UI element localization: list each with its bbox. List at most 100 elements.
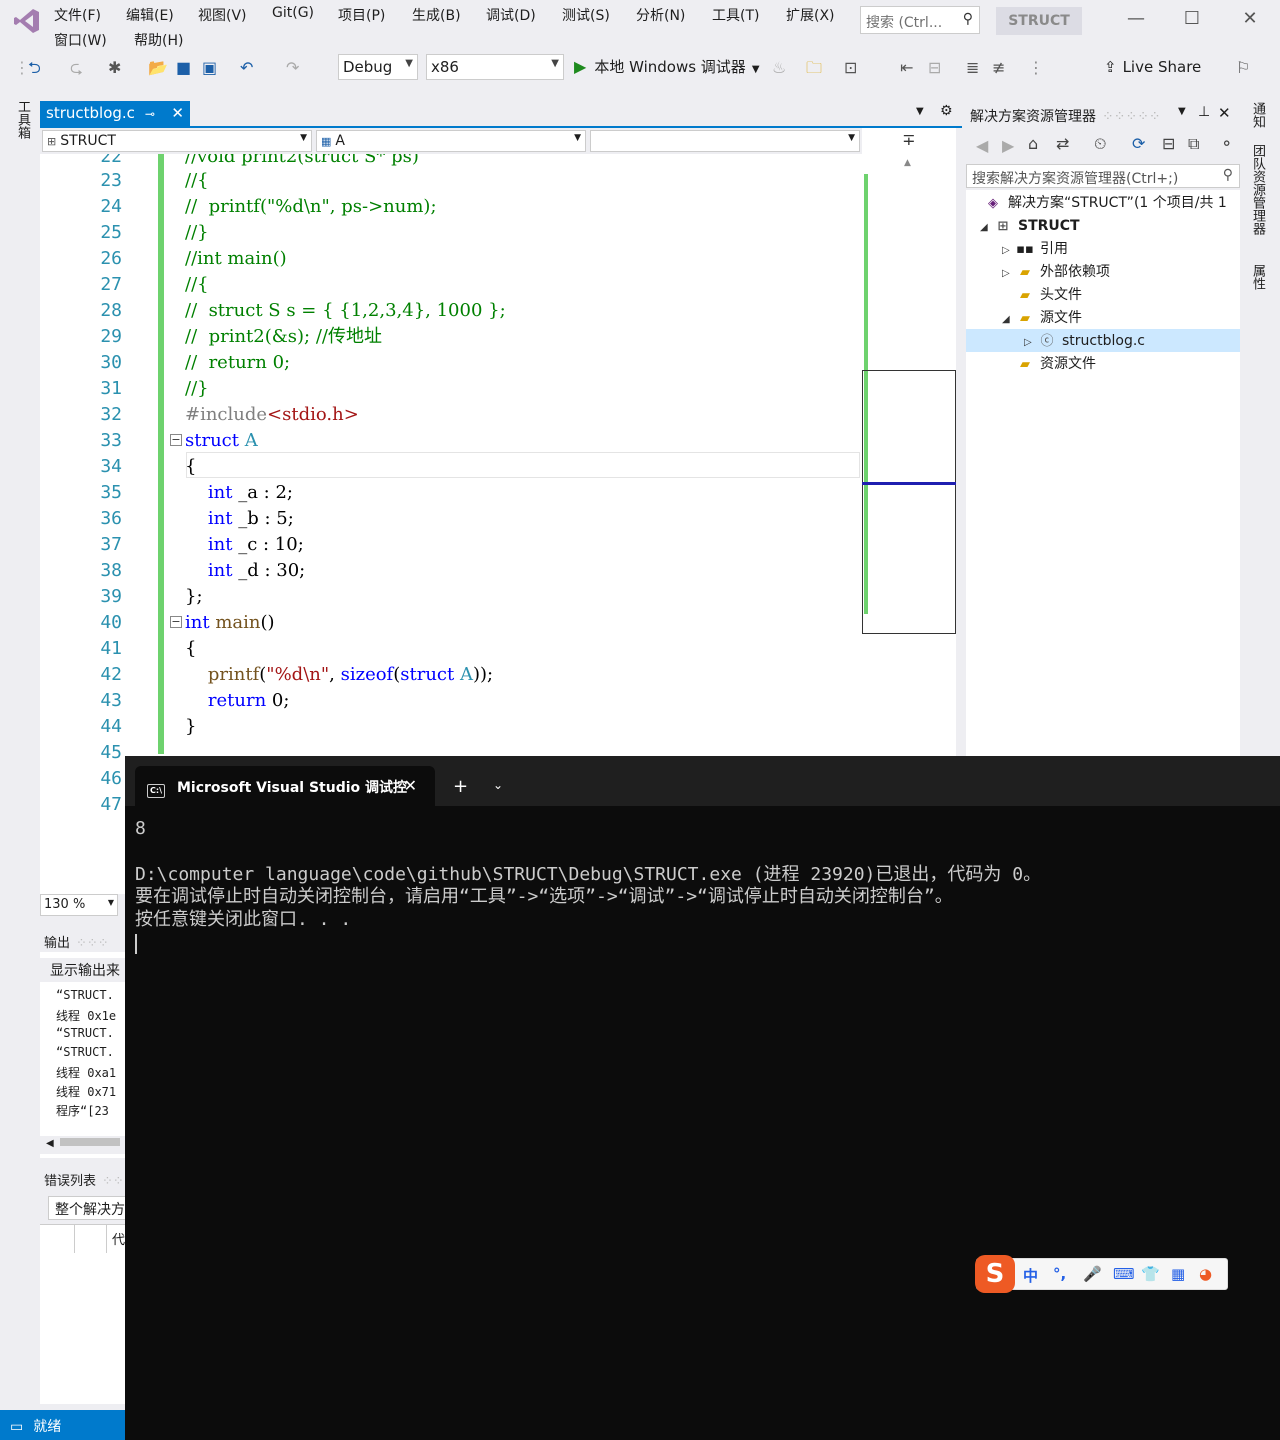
mascot-icon[interactable]: ◕ (1199, 1265, 1212, 1283)
output-horizontal-scrollbar[interactable]: ◀ (40, 1136, 130, 1154)
member-scope-select[interactable]: ▼ (590, 130, 860, 152)
platform-select[interactable]: x86 ▼ (426, 54, 564, 80)
tree-item-references[interactable]: ▷ ▪▪ 引用 (1002, 238, 1068, 261)
tree-project[interactable]: ◢ ⊞ STRUCT (980, 215, 1080, 238)
tree-item-resource-files[interactable]: ▰ 资源文件 (1016, 353, 1096, 376)
hot-reload-icon[interactable]: ♨ (772, 58, 786, 78)
document-tab[interactable]: structblog.c ⊸ ✕ (40, 101, 190, 127)
menu-extensions[interactable]: 扩展(X) (786, 5, 835, 25)
menu-help[interactable]: 帮助(H) (134, 30, 183, 50)
tree-item-source-files[interactable]: ◢ ▰ 源文件 (1002, 307, 1082, 330)
feedback-icon[interactable]: ⚐ (1236, 58, 1250, 78)
pending-changes-icon[interactable]: ⏲ (1094, 134, 1106, 154)
new-tab-icon[interactable]: + (453, 776, 468, 797)
home-icon[interactable]: ⌂ (1028, 134, 1038, 153)
step-icon[interactable]: ⇤ (900, 58, 913, 78)
error-list-grid[interactable] (40, 1224, 130, 1404)
menu-view[interactable]: 视图(V) (198, 5, 247, 25)
close-tab-icon[interactable]: ✕ (171, 104, 184, 122)
forward-icon[interactable]: ⮎ (70, 58, 83, 78)
show-all-files-icon[interactable]: ⧉ (1188, 134, 1199, 154)
bookmark-icon[interactable]: ⊟ (928, 58, 941, 78)
tab-properties[interactable]: 属性 (1250, 264, 1265, 290)
scroll-up-icon[interactable]: ▲ (904, 158, 911, 168)
tab-notifications[interactable]: 通知 (1250, 102, 1265, 128)
menu-edit[interactable]: 编辑(E) (126, 5, 174, 25)
keyboard-icon[interactable]: ⌨ (1113, 1265, 1135, 1283)
maximize-icon[interactable]: ☐ (1172, 8, 1212, 29)
chevron-down-icon[interactable]: ⌄ (493, 778, 503, 792)
start-debugging-button[interactable]: ▶ 本地 Windows 调试器 ▼ (574, 56, 760, 77)
close-tab-icon[interactable]: ✕ (404, 776, 417, 795)
back-icon[interactable]: ⮌ (28, 58, 41, 78)
punctuation-icon[interactable]: °, (1053, 1265, 1066, 1283)
code-minimap[interactable]: ∓ ▲ (862, 128, 956, 756)
sync-icon[interactable]: ⟳ (1132, 134, 1145, 153)
collapsed-arrow-icon[interactable]: ▷ (1024, 331, 1038, 354)
microphone-icon[interactable]: 🎤 (1083, 1265, 1102, 1283)
tree-item-structblog[interactable]: ▷ ⓒ structblog.c (1024, 330, 1145, 353)
menu-debug[interactable]: 调试(D) (486, 5, 536, 25)
close-panel-icon[interactable]: ✕ (1218, 104, 1231, 122)
forward-icon[interactable]: ▶ (1002, 136, 1014, 155)
pin-panel-icon[interactable]: ⊥ (1198, 104, 1210, 120)
undo-icon[interactable]: ↶ (240, 58, 253, 78)
properties-icon[interactable]: ⚬ (1220, 134, 1233, 153)
skin-icon[interactable]: 👕 (1141, 1265, 1160, 1283)
menu-project[interactable]: 项目(P) (338, 5, 385, 25)
expanded-arrow-icon[interactable]: ◢ (980, 216, 994, 239)
error-scope-select[interactable]: 整个解决方 (48, 1196, 130, 1220)
type-scope-select[interactable]: ▦ A ▼ (316, 130, 586, 152)
sogou-logo-icon[interactable]: S (975, 1255, 1015, 1293)
tab-list-dropdown-icon[interactable]: ▼ (916, 106, 924, 117)
back-icon[interactable]: ◀ (976, 136, 988, 155)
settings-gear-icon[interactable]: ⚙ (940, 103, 953, 119)
new-project-icon[interactable]: ✱ (108, 58, 121, 78)
collapse-all-icon[interactable]: ⊟ (1162, 134, 1175, 153)
comment-icon[interactable]: ≣ (966, 58, 979, 78)
menu-analyze[interactable]: 分析(N) (636, 5, 685, 25)
browse-folder-icon[interactable]: 🗀 (806, 58, 822, 78)
panel-menu-icon[interactable]: ▼ (1178, 106, 1186, 117)
save-all-icon[interactable]: ▣ (202, 58, 217, 78)
pin-icon[interactable]: ⊸ (145, 107, 155, 121)
ime-mode[interactable]: 中 (1023, 1265, 1038, 1286)
redo-icon[interactable]: ↷ (286, 58, 299, 78)
toolbox-tab[interactable]: 工具箱 (12, 100, 30, 139)
menu-file[interactable]: 文件(F) (54, 5, 101, 25)
uncomment-icon[interactable]: ≢ (992, 58, 1005, 78)
search-input[interactable]: 搜索 (Ctrl... ⚲ (860, 6, 980, 34)
menu-git[interactable]: Git(G) (272, 5, 314, 21)
tab-team-explorer[interactable]: 团队资源管理器 (1250, 144, 1265, 235)
configuration-select[interactable]: Debug ▼ (338, 54, 418, 80)
console-tab[interactable]: C:\ Microsoft Visual Studio 调试控 ✕ (135, 766, 435, 806)
collapse-struct-icon[interactable]: − (170, 434, 182, 446)
menu-build[interactable]: 生成(B) (412, 5, 461, 25)
tree-item-external-deps[interactable]: ▷ ▰ 外部依赖项 (1002, 261, 1110, 284)
toolbox-grid-icon[interactable]: ▦ (1171, 1265, 1185, 1283)
error-column-code[interactable]: 代 (112, 1229, 125, 1248)
screenshot-icon[interactable]: ⊡ (844, 58, 857, 78)
project-scope-select[interactable]: ⊞ STRUCT ▼ (42, 130, 312, 152)
minimize-icon[interactable]: — (1116, 8, 1156, 29)
debug-console-window[interactable]: C:\ Microsoft Visual Studio 调试控 ✕ + ⌄ 8 D:… (125, 756, 1280, 1440)
menu-window[interactable]: 窗口(W) (54, 30, 107, 50)
expanded-arrow-icon[interactable]: ◢ (1002, 308, 1016, 331)
zoom-select[interactable]: 130 % ▼ (40, 894, 118, 916)
scroll-left-icon[interactable]: ◀ (46, 1138, 54, 1149)
collapsed-arrow-icon[interactable]: ▷ (1002, 239, 1016, 262)
tree-solution[interactable]: ◈ 解决方案“STRUCT”(1 个项目/共 1 (984, 192, 1227, 215)
split-window-icon[interactable]: ∓ (862, 130, 956, 154)
tree-item-header-files[interactable]: ▰ 头文件 (1016, 284, 1082, 307)
toolbar-overflow-icon[interactable]: ⋮ (1028, 58, 1044, 78)
minimap-viewport[interactable] (862, 370, 956, 634)
output-source-select[interactable]: 显示输出来 (40, 958, 130, 982)
save-icon[interactable]: ■ (176, 58, 191, 78)
collapse-main-icon[interactable]: − (170, 616, 182, 628)
menu-test[interactable]: 测试(S) (562, 5, 610, 25)
switch-views-icon[interactable]: ⇄ (1056, 134, 1069, 153)
collapsed-arrow-icon[interactable]: ▷ (1002, 262, 1016, 285)
solution-search-input[interactable]: 搜索解决方案资源管理器(Ctrl+;) ⚲ (966, 164, 1240, 188)
ime-toolbar[interactable]: S 中 °, 🎤 ⌨ 👕 ▦ ◕ (975, 1255, 1228, 1293)
live-share-button[interactable]: ⇪ Live Share (1104, 58, 1201, 76)
